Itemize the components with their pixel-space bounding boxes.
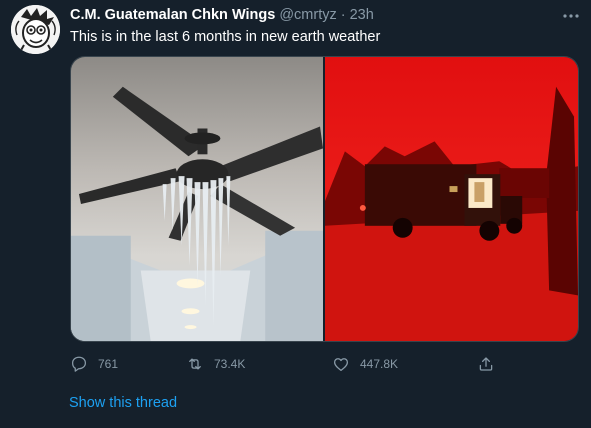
reply-icon — [71, 356, 87, 372]
retweet-count: 73.4K — [214, 357, 246, 371]
photo-red-sky-truck[interactable] — [325, 57, 578, 341]
tweet[interactable]: C.M. Guatemalan Chkn Wings @cmrtyz · 23h… — [0, 0, 591, 428]
like-count: 447.8K — [360, 357, 399, 371]
timestamp[interactable]: 23h — [350, 7, 374, 23]
tweet-header: C.M. Guatemalan Chkn Wings @cmrtyz · 23h — [70, 7, 374, 27]
action-bar: 761 73.4K 447.8K — [70, 353, 579, 375]
more-icon — [563, 14, 579, 18]
more-button[interactable] — [560, 6, 582, 26]
show-thread-link[interactable]: Show this thread — [69, 395, 177, 411]
media-grid — [70, 56, 579, 342]
separator: · — [340, 7, 346, 23]
reply-count: 761 — [98, 357, 119, 371]
retweet-icon — [189, 358, 201, 370]
retweet-button[interactable]: 73.4K — [186, 353, 245, 375]
author-handle[interactable]: @cmrtyz — [279, 7, 336, 23]
reply-button[interactable]: 761 — [70, 353, 118, 375]
avatar[interactable] — [11, 5, 60, 54]
like-button[interactable]: 447.8K — [332, 353, 398, 375]
avatar-illustration — [11, 5, 60, 54]
like-icon — [333, 358, 349, 372]
share-button[interactable] — [477, 353, 495, 375]
frozen-fan-image — [71, 86, 323, 341]
share-icon — [479, 357, 493, 371]
tweet-text: This is in the last 6 months in new eart… — [70, 29, 381, 45]
author-name[interactable]: C.M. Guatemalan Chkn Wings — [70, 7, 275, 23]
photo-frozen-ceiling-fan[interactable] — [71, 57, 323, 341]
red-sky-truck-image — [325, 86, 578, 341]
